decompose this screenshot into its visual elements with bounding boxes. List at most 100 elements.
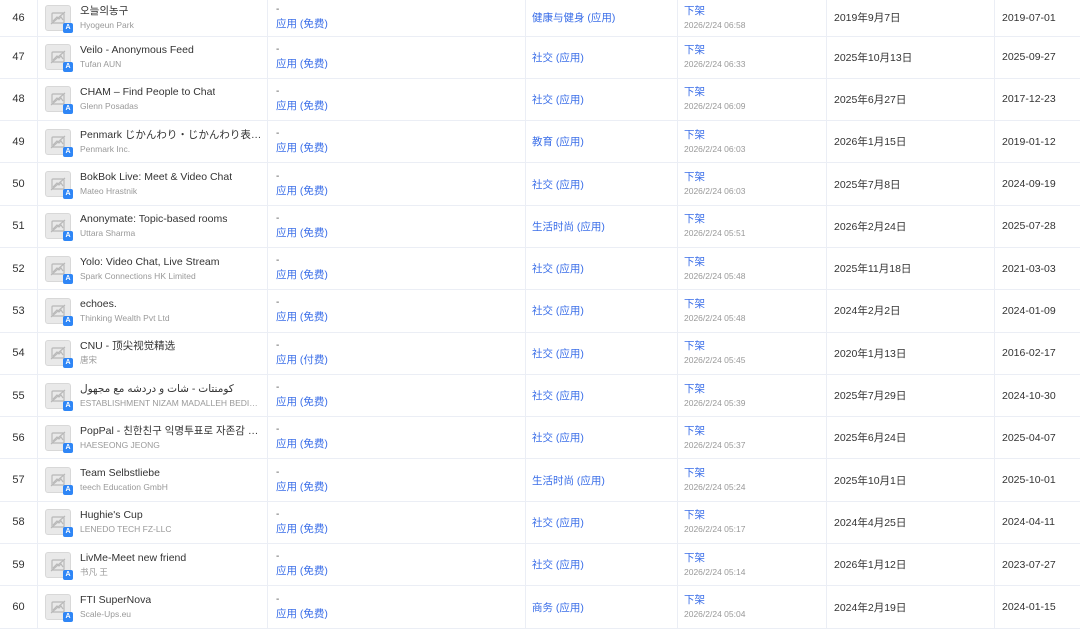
category-link[interactable]: 教育 (应用) [526,134,677,149]
app-cell[interactable]: A CNU - 顶尖视觉精选 唐宋 [37,332,268,375]
app-icon[interactable]: A [45,509,73,538]
status-link[interactable]: 下架 [684,4,826,19]
app-name-link[interactable]: Anonymate: Topic-based rooms [80,212,227,226]
status-link[interactable]: 下架 [684,466,826,481]
app-name-link[interactable]: CHAM – Find People to Chat [80,85,215,99]
app-icon[interactable]: A [45,4,73,33]
price-type-link[interactable]: 应用 (免费) [276,17,525,32]
app-name-link[interactable]: Veilo - Anonymous Feed [80,43,194,57]
status-link[interactable]: 下架 [684,212,826,227]
table-row[interactable]: 49 A Penmark じかんわり・じかんわり表… Penmark Inc. - 应用 … [0,120,1080,163]
status-link[interactable]: 下架 [684,424,826,439]
table-row[interactable]: 47 A Veilo - Anonymous Feed Tufan AUN - 应用 (免… [0,36,1080,79]
category-link[interactable]: 社交 (应用) [526,515,677,530]
price-type-link[interactable]: 应用 (免费) [276,141,525,156]
price-type-link[interactable]: 应用 (免费) [276,268,525,283]
app-name-link[interactable]: Yolo: Video Chat, Live Stream [80,255,220,269]
app-icon[interactable]: A [45,128,73,157]
table-row[interactable]: 54 A CNU - 顶尖视觉精选 唐宋 - 应用 (付费) 社交 (应用) 下架 2026/2… [0,332,1080,375]
price-type-link[interactable]: 应用 (免费) [276,607,525,622]
status-link[interactable]: 下架 [684,593,826,608]
app-icon[interactable]: A [45,382,73,411]
app-name-link[interactable]: LivMe-Meet new friend [80,551,186,565]
app-icon[interactable]: A [45,255,73,284]
table-row[interactable]: 52 A Yolo: Video Chat, Live Stream Spark Co… [0,247,1080,290]
app-cell[interactable]: A Veilo - Anonymous Feed Tufan AUN [37,36,268,79]
app-name-link[interactable]: PopPal - 친한친구 익명투표로 자존감 … [80,424,258,438]
app-icon[interactable]: A [45,297,73,326]
table-row[interactable]: 48 A CHAM – Find People to Chat Glenn Posad… [0,78,1080,121]
app-name-link[interactable]: Team Selbstliebe [80,466,168,480]
status-link[interactable]: 下架 [684,382,826,397]
app-icon[interactable]: A [45,171,73,200]
price-type-link[interactable]: 应用 (免费) [276,226,525,241]
app-name-link[interactable]: BokBok Live: Meet & Video Chat [80,170,232,184]
app-cell[interactable]: A Penmark じかんわり・じかんわり表… Penmark Inc. [37,120,268,163]
app-cell[interactable]: A LivMe-Meet new friend 书凡 王 [37,543,268,586]
category-link[interactable]: 生活时尚 (应用) [526,473,677,488]
app-cell[interactable]: A Anonymate: Topic-based rooms Uttara Shar… [37,205,268,248]
status-link[interactable]: 下架 [684,255,826,270]
status-link[interactable]: 下架 [684,85,826,100]
category-link[interactable]: 社交 (应用) [526,177,677,192]
app-cell[interactable]: A Hughie's Cup LENEDO TECH FZ-LLC [37,501,268,544]
table-row[interactable]: 59 A LivMe-Meet new friend 书凡 王 - 应用 (免费) 社交 (… [0,543,1080,586]
app-name-link[interactable]: كومنتات - شات و دردشه مع مجهول [80,382,258,396]
app-name-link[interactable]: echoes. [80,297,170,311]
category-link[interactable]: 健康与健身 (应用) [526,10,677,25]
app-icon[interactable]: A [45,44,73,73]
app-cell[interactable]: A BokBok Live: Meet & Video Chat Mateo Hra… [37,162,268,206]
price-type-link[interactable]: 应用 (免费) [276,99,525,114]
app-name-link[interactable]: FTI SuperNova [80,593,151,607]
app-icon[interactable]: A [45,86,73,115]
app-cell[interactable]: A كومنتات - شات و دردشه مع مجهول ESTABLISH… [37,374,268,417]
price-type-link[interactable]: 应用 (免费) [276,184,525,199]
price-type-link[interactable]: 应用 (免费) [276,564,525,579]
app-cell[interactable]: A Team Selbstliebe teech Education GmbH [37,458,268,502]
category-link[interactable]: 社交 (应用) [526,303,677,318]
price-type-link[interactable]: 应用 (免费) [276,57,525,72]
table-row[interactable]: 53 Aechoes. Thinking Wealth Pvt Ltd - 应用 (免费… [0,289,1080,333]
category-link[interactable]: 社交 (应用) [526,430,677,445]
app-cell[interactable]: A CHAM – Find People to Chat Glenn Posadas [37,78,268,121]
app-icon[interactable]: A [45,594,73,622]
price-type-link[interactable]: 应用 (付费) [276,353,525,368]
app-name-link[interactable]: Penmark じかんわり・じかんわり表… [80,128,261,142]
table-row[interactable]: 55 A كومنتات - شات و دردشه مع مجهول ESTABLI… [0,374,1080,417]
table-row[interactable]: 46 A 오늘의농구 Hyogeun Park - 应用 (免费) 健康与健身 (应用) 下架… [0,0,1080,36]
price-type-link[interactable]: 应用 (免费) [276,310,525,325]
app-icon[interactable]: A [45,551,73,580]
app-name-link[interactable]: 오늘의농구 [80,4,134,18]
category-link[interactable]: 社交 (应用) [526,346,677,361]
table-row[interactable]: 56 A PopPal - 친한친구 익명투표로 자존감 … HAESEONG JEO… [0,416,1080,459]
category-link[interactable]: 社交 (应用) [526,261,677,276]
app-name-link[interactable]: CNU - 顶尖视觉精选 [80,339,175,353]
app-cell[interactable]: A PopPal - 친한친구 익명투표로 자존감 … HAESEONG JEONG [37,416,268,459]
app-cell[interactable]: A Yolo: Video Chat, Live Stream Spark Conn… [37,247,268,290]
category-link[interactable]: 社交 (应用) [526,92,677,107]
category-link[interactable]: 商务 (应用) [526,600,677,615]
status-link[interactable]: 下架 [684,339,826,354]
status-link[interactable]: 下架 [684,297,826,312]
category-link[interactable]: 社交 (应用) [526,50,677,65]
app-icon[interactable]: A [45,340,73,369]
price-type-link[interactable]: 应用 (免费) [276,395,525,410]
app-icon[interactable]: A [45,213,73,242]
status-link[interactable]: 下架 [684,508,826,523]
app-cell[interactable]: A 오늘의농구 Hyogeun Park [37,0,268,36]
table-row[interactable]: 57 A Team Selbstliebe teech Education GmbH -… [0,458,1080,502]
status-link[interactable]: 下架 [684,128,826,143]
price-type-link[interactable]: 应用 (免费) [276,437,525,452]
price-type-link[interactable]: 应用 (免费) [276,522,525,537]
table-row[interactable]: 50 A BokBok Live: Meet & Video Chat Mateo H… [0,162,1080,206]
app-icon[interactable]: A [45,424,73,453]
table-row[interactable]: 51 A Anonymate: Topic-based rooms Uttara Sh… [0,205,1080,248]
app-name-link[interactable]: Hughie's Cup [80,508,171,522]
table-row[interactable]: 60 A FTI SuperNova Scale-Ups.eu - 应用 (免费) 商务 (… [0,585,1080,629]
price-type-link[interactable]: 应用 (免费) [276,480,525,495]
category-link[interactable]: 社交 (应用) [526,557,677,572]
app-cell[interactable]: Aechoes. Thinking Wealth Pvt Ltd [37,289,268,333]
status-link[interactable]: 下架 [684,170,826,185]
status-link[interactable]: 下架 [684,551,826,566]
status-link[interactable]: 下架 [684,43,826,58]
